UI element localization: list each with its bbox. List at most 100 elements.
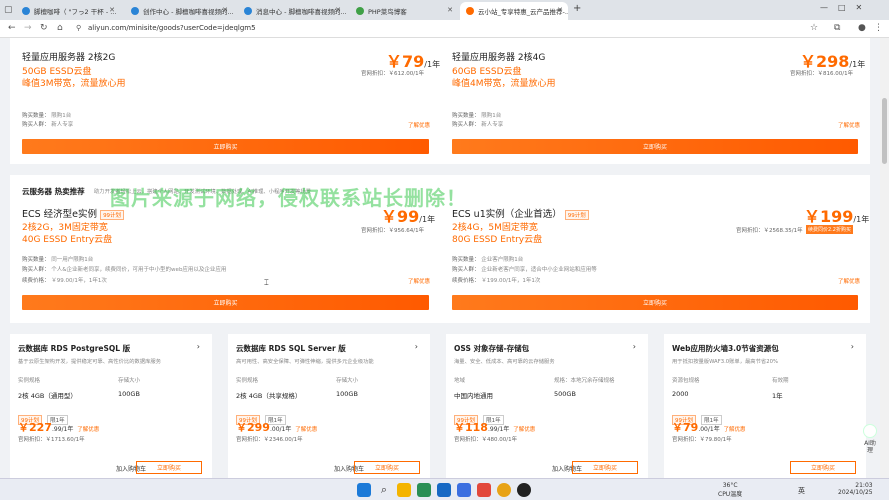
buy-now-button[interactable]: 立即购买 [22, 139, 429, 154]
menu-icon[interactable]: ⋮ [874, 23, 883, 33]
offer-limit: 购买数量： 限购1台 [22, 113, 72, 119]
product-title: 云数据库 RDS PostgreSQL 版 [18, 344, 131, 353]
spec-value: 100GB [336, 390, 358, 398]
tab-label: 创作中心 - 脚檀咖啡喜视频的... [143, 8, 233, 16]
file-explorer-icon[interactable] [397, 483, 411, 497]
spec-header: 有效期 [772, 378, 789, 384]
clock[interactable]: 21:03 2024/10/25 [838, 482, 873, 496]
profile-icon[interactable]: ● [858, 23, 866, 33]
ecs-detail-link[interactable]: 了解优惠 [408, 277, 430, 285]
offer-detail-link[interactable]: 了解优惠 [408, 121, 430, 129]
product-desc: 高可用性、高安全保障、可弹性伸缩，提供多元企业级功能 [236, 359, 374, 365]
spec-header: 资源包规格 [672, 378, 700, 384]
mouse-cursor: ⌶ [264, 278, 269, 287]
tab-3[interactable]: 消息中心 - 脚檀咖啡喜视频的... ✕ [238, 2, 346, 20]
spec-header: 规格：本地冗余存储规格 [554, 378, 615, 384]
close-icon[interactable]: ✕ [447, 6, 453, 14]
app-icon[interactable] [477, 483, 491, 497]
tab-5-active[interactable]: 云小站_专享特惠_云产品推荐-... ✕ [460, 2, 568, 20]
section-title: 云服务器 热卖推荐 [22, 187, 85, 196]
buy-now-button[interactable]: 立即购买 [572, 461, 638, 474]
ai-assistant-icon[interactable] [863, 424, 877, 438]
back-icon[interactable]: ← [8, 23, 16, 33]
close-icon[interactable]: ✕ [335, 6, 341, 14]
offer-limit: 购买数量： 限购1台 [452, 113, 502, 119]
ecs-original-price: 官网折扣：￥2568.35/1年 [736, 228, 803, 234]
ai-assistant-label[interactable]: AI助理 [864, 440, 876, 454]
ime-indicator[interactable]: 英 [798, 486, 805, 496]
tab-2[interactable]: 创作中心 - 脚檀咖啡喜视频的... ✕ [125, 2, 233, 20]
watermark-text: 图片来源于网络，侵权联系站长删除！ [110, 186, 467, 210]
ecs-disk: 80G ESSD Entry云盘 [452, 235, 543, 245]
buy-now-button[interactable]: 立即购买 [452, 295, 858, 310]
store-icon[interactable] [437, 483, 451, 497]
buy-now-button[interactable]: 立即购买 [790, 461, 856, 474]
chevron-right-icon[interactable]: › [197, 342, 200, 351]
scrollbar-thumb[interactable] [882, 98, 887, 164]
chevron-right-icon[interactable]: › [415, 342, 418, 351]
spec-header: 存储大小 [118, 378, 141, 384]
app-icon[interactable] [417, 483, 431, 497]
tab-favicon [22, 7, 30, 15]
close-icon[interactable]: ✕ [557, 6, 563, 14]
buy-now-button[interactable]: 立即购买 [136, 461, 202, 474]
app-icon[interactable] [517, 483, 531, 497]
search-icon[interactable]: ⌕ [377, 483, 391, 497]
spec-value: 2000 [672, 390, 689, 398]
tab-4[interactable]: PHP菜鸟博客 ✕ [350, 2, 458, 20]
offer-spec: 轻量应用服务器 2核2G [22, 53, 116, 63]
offer-detail-link[interactable]: 了解优惠 [838, 121, 860, 129]
chrome-icon[interactable] [497, 483, 511, 497]
ecs-audience: 购买人群： 个人&企业新老同享，续费同价，可用于中小型的web应用以及企业应用 [22, 267, 227, 273]
ecs-name: ECS 经济型e实例 99计划 [22, 206, 125, 220]
buy-now-button[interactable]: 立即购买 [22, 295, 429, 310]
product-card[interactable]: 云数据库 RDS PostgreSQL 版 › 基于云原生架构开发，提供稳定可靠… [10, 334, 212, 478]
tab-menu-icon[interactable]: ▢ [4, 5, 13, 15]
url-input[interactable]: aliyun.com/minisite/goods?userCode=jdeql… [88, 24, 256, 32]
tab-favicon [244, 7, 252, 15]
product-original-price: 官网折扣：￥1713.60/1年 [18, 437, 85, 443]
spec-header: 实例规格 [236, 378, 259, 384]
ecs-renewal: 续费价格： ￥199.00/1年，1年1次 [452, 278, 541, 284]
product-price: ￥299.00/1年 了解优惠 [236, 421, 318, 434]
ecs-renewal: 续费价格： ￥99.00/1年，1年1次 [22, 278, 107, 284]
forward-icon[interactable]: → [24, 23, 32, 33]
new-tab-button[interactable]: + [573, 3, 581, 14]
renewal-badge: 续费同价2.2折购买 [806, 225, 853, 234]
chevron-right-icon[interactable]: › [633, 342, 636, 351]
window-controls[interactable]: —□✕ [820, 3, 872, 12]
reload-icon[interactable]: ↻ [40, 23, 48, 33]
ecs-detail-link[interactable]: 了解优惠 [838, 277, 860, 285]
ecs-disk: 40G ESSD Entry云盘 [22, 235, 113, 245]
product-card[interactable]: OSS 对象存储-存储包 › 海量、安全、低成本、高可靠的云存储服务 地域 规格… [446, 334, 648, 478]
address-bar: ← → ↻ ⌂ ⚲ aliyun.com/minisite/goods?user… [0, 20, 889, 38]
chevron-right-icon[interactable]: › [851, 342, 854, 351]
product-price: ￥118.99/1年 了解优惠 [454, 421, 536, 434]
ecs-limit: 购买数量： 同一用户限购1台 [22, 257, 94, 263]
product-title: 云数据库 RDS SQL Server 版 [236, 344, 346, 353]
close-icon[interactable]: ✕ [222, 6, 228, 14]
offer-audience: 购买人群： 新人专享 [452, 122, 504, 128]
start-icon[interactable] [357, 483, 371, 497]
offer-audience: 购买人群： 新人专享 [22, 122, 74, 128]
product-original-price: 官网折扣：￥480.00/1年 [454, 437, 518, 443]
close-icon[interactable]: ✕ [109, 6, 115, 14]
app-icon[interactable] [457, 483, 471, 497]
site-info-icon[interactable]: ⚲ [76, 24, 81, 32]
ecs-original-price: 官网折扣：￥956.64/1年 [361, 228, 425, 234]
tab-1[interactable]: 脚檀咖啡（ "フっ2 干杯 - ... ✕ [16, 2, 120, 20]
buy-now-button[interactable]: 立即购买 [354, 461, 420, 474]
home-icon[interactable]: ⌂ [57, 23, 63, 33]
product-price: ￥79.00/1年 了解优惠 [672, 421, 746, 434]
product-card[interactable]: 云数据库 RDS SQL Server 版 › 高可用性、高安全保障、可弹性伸缩… [228, 334, 430, 478]
buy-now-button[interactable]: 立即购买 [452, 139, 858, 154]
product-desc: 基于云原生架构开发，提供稳定可靠、高性价比的数据库服务 [18, 359, 162, 365]
extensions-icon[interactable]: ⧉ [834, 23, 840, 33]
bookmark-star-icon[interactable]: ☆ [810, 23, 818, 33]
product-card[interactable]: Web应用防火墙3.0节省资源包 › 用于抵扣按量版WAF3.0账单，最高节省2… [664, 334, 866, 478]
product-original-price: 官网折扣：￥79.80/1年 [672, 437, 732, 443]
tab-favicon [466, 7, 474, 15]
tab-label: 消息中心 - 脚檀咖啡喜视频的... [256, 8, 346, 16]
cpu-temp: 36°C CPU温度 [718, 482, 743, 498]
tab-label: PHP菜鸟博客 [368, 8, 407, 16]
